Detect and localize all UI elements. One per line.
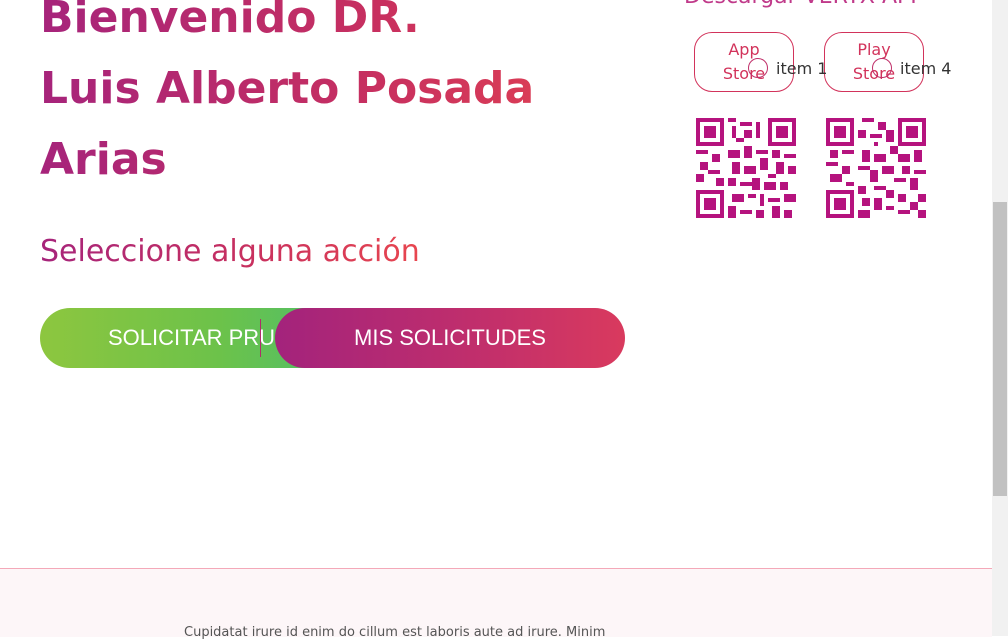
footer-option-label: item 1	[776, 58, 828, 78]
text-cursor	[260, 319, 261, 357]
radio-circle-icon[interactable]	[748, 58, 768, 78]
scrollbar-thumb[interactable]	[993, 202, 1007, 496]
footer-radio-option-1[interactable]: item 1	[748, 58, 827, 78]
footer-option-label: item 4	[900, 58, 952, 78]
download-app-title: Descargar VERYX APP	[684, 0, 924, 12]
page-footer: Cupidatat irure id enim do cillum est la…	[0, 568, 992, 640]
footer-text: Cupidatat irure id enim do cillum est la…	[184, 625, 606, 640]
request-test-label: SOLICITAR PRU	[108, 325, 276, 350]
app-store-qr-code-icon	[696, 118, 796, 218]
radio-circle-icon[interactable]	[872, 58, 892, 78]
play-store-qr-code-icon	[826, 118, 926, 218]
my-requests-button[interactable]: MIS SOLICITUDES	[275, 308, 625, 368]
welcome-heading: Bienvenido DR. Luis Alberto Posada Arias	[40, 0, 660, 195]
footer-radio-option-2[interactable]: item 4	[872, 58, 951, 78]
doctor-surname-line: Arias	[40, 134, 167, 185]
my-requests-label: MIS SOLICITUDES	[354, 325, 546, 350]
welcome-line: Bienvenido DR.	[40, 0, 420, 43]
doctor-name-line: Luis Alberto Posada	[40, 63, 535, 114]
select-action-subtitle: Seleccione alguna acción	[40, 232, 420, 272]
